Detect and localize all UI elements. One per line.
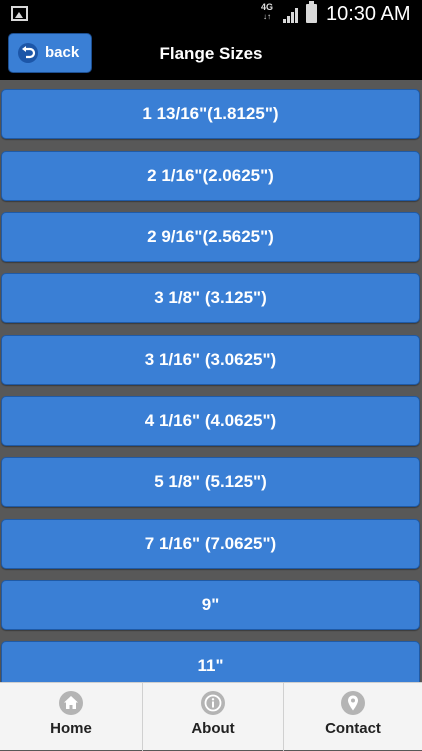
flange-size-button[interactable]: 4 1/16" (4.0625"): [1, 396, 420, 446]
flange-size-button[interactable]: 3 1/16" (3.0625"): [1, 335, 420, 385]
flange-size-button[interactable]: 2 9/16"(2.5625"): [1, 212, 420, 262]
status-bar: 4G ↓↑ 10:30 AM: [0, 0, 422, 28]
nav-about-label: About: [191, 720, 235, 737]
flange-size-button[interactable]: 7 1/16" (7.0625"): [1, 519, 420, 569]
flange-size-list: 1 13/16"(1.8125") 2 1/16"(2.0625") 2 9/1…: [0, 80, 422, 682]
network-indicator: 4G ↓↑: [258, 2, 276, 22]
nav-home[interactable]: Home: [0, 683, 142, 751]
status-time: 10:30 AM: [326, 3, 411, 25]
network-type: 4G: [260, 2, 273, 12]
flange-size-button[interactable]: 9": [1, 580, 420, 630]
info-icon: [201, 691, 225, 715]
flange-size-button[interactable]: 3 1/8" (3.125"): [1, 273, 420, 323]
flange-size-button[interactable]: 11": [1, 641, 420, 682]
flange-size-button[interactable]: 2 1/16"(2.0625"): [1, 151, 420, 201]
flange-size-button[interactable]: 1 13/16"(1.8125"): [1, 89, 420, 139]
nav-home-label: Home: [50, 720, 92, 737]
nav-contact-label: Contact: [325, 720, 381, 737]
gallery-notification-icon: [11, 6, 28, 21]
bottom-nav: Home About Contact: [0, 682, 422, 751]
page-title: Flange Sizes: [159, 44, 263, 63]
nav-contact[interactable]: Contact: [283, 683, 422, 751]
back-button[interactable]: back: [8, 33, 92, 73]
network-activity-icon: ↓↑: [263, 12, 271, 21]
back-label: back: [45, 44, 80, 61]
location-pin-icon: [341, 691, 365, 715]
battery-icon: [306, 1, 317, 23]
flange-size-button[interactable]: 5 1/8" (5.125"): [1, 457, 420, 507]
nav-about[interactable]: About: [142, 683, 283, 751]
back-arrow-icon: [18, 43, 38, 63]
signal-icon: [283, 8, 298, 23]
title-bar: back Flange Sizes: [0, 28, 422, 80]
home-icon: [59, 691, 83, 715]
